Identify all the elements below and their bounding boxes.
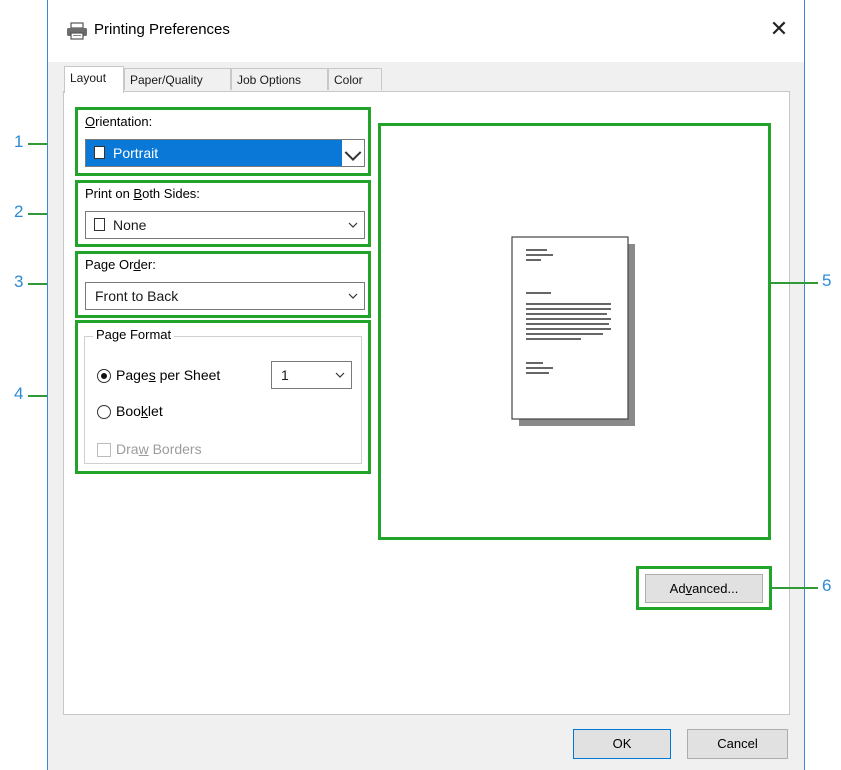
cancel-button[interactable]: Cancel [687,729,788,759]
duplex-value: None [113,217,147,233]
callout-number-6: 6 [822,576,832,595]
cancel-button-label: Cancel [717,736,758,751]
pages-per-sheet-radio[interactable] [97,369,111,383]
tab-color[interactable]: Color [328,68,382,90]
draw-borders-label: Draw Borders [116,441,202,457]
booklet-label: Booklet [116,403,163,419]
printer-icon [67,22,87,40]
callout-line-6 [770,587,818,589]
tab-layout[interactable]: Layout [64,66,124,93]
single-page-icon [94,218,105,231]
ok-button-label: OK [612,736,632,751]
draw-borders-checkbox[interactable] [97,443,111,457]
page-order-dropdown[interactable]: Front to Back [85,282,365,310]
orientation-value: Portrait [113,145,159,161]
page-order-value: Front to Back [95,288,179,304]
portrait-page-icon [94,146,105,159]
callout-number-4: 4 [14,384,24,403]
tab-label: Color [334,73,363,87]
callout-line-5 [770,282,818,284]
ok-button[interactable]: OK [573,729,671,759]
callout-number-1: 1 [14,132,24,151]
close-button[interactable]: ✕ [764,14,794,44]
duplex-dropdown[interactable]: None [85,211,365,239]
printing-preferences-dialog: Printing Preferences ✕ Layout Paper/Qual… [47,0,805,770]
tab-label: Paper/Quality [130,73,203,87]
chevron-down-icon [342,140,364,166]
callout-number-5: 5 [822,271,832,290]
window-title: Printing Preferences [94,21,230,38]
page-preview-image [511,236,635,426]
title-bar: Printing Preferences ✕ [48,0,804,62]
chevron-down-icon [348,222,358,228]
pages-per-sheet-label: Pages per Sheet [116,367,221,383]
pages-per-sheet-dropdown[interactable]: 1 [271,361,352,389]
advanced-button-label: Ad [669,581,686,596]
tab-label: Job Options [237,73,302,87]
close-icon: ✕ [769,16,789,41]
orientation-dropdown[interactable]: Portrait [85,139,365,167]
page-order-label: Page Order: [85,257,156,272]
advanced-button[interactable]: Advanced... [645,574,763,603]
chevron-down-icon [348,293,358,299]
page-format-title: Page Format [93,327,175,342]
booklet-radio[interactable] [97,405,111,419]
orientation-label: Orientation: [85,114,153,129]
advanced-button-label-rest: anced... [692,581,739,596]
tab-paper-quality[interactable]: Paper/Quality [124,68,231,90]
pages-per-sheet-value: 1 [281,367,289,383]
callout-number-2: 2 [14,202,24,221]
callout-number-3: 3 [14,272,24,291]
chevron-down-icon [335,372,345,378]
tab-job-options[interactable]: Job Options [231,68,328,90]
tab-label: Layout [70,71,107,85]
duplex-label: Print on Both Sides: [85,186,200,201]
